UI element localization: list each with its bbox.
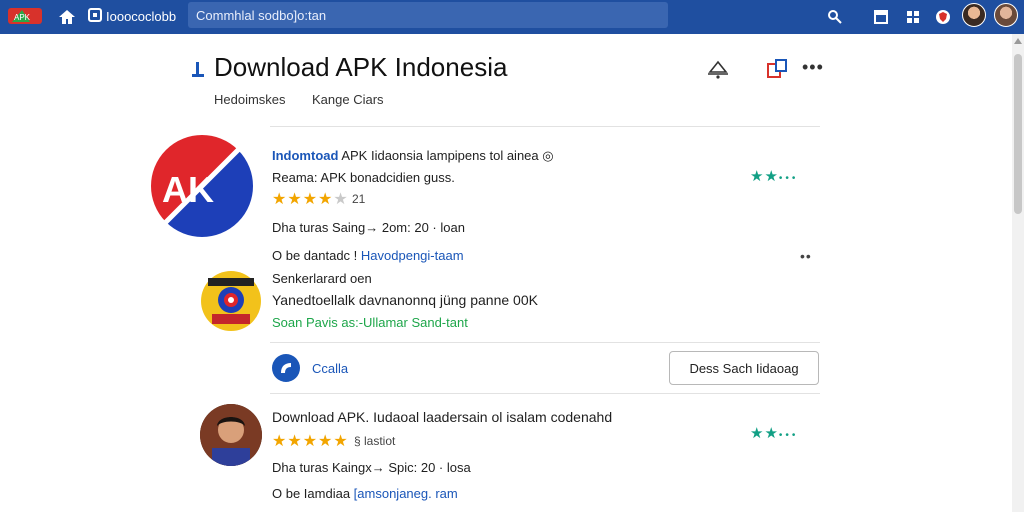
divider bbox=[270, 126, 820, 127]
item-subtitle: Reama: APK bonadcidien guss. bbox=[272, 170, 455, 185]
more-options-icon[interactable]: ••• bbox=[802, 57, 824, 78]
item-title[interactable]: Indomtoad APK Iidaonsia lampipens tol ai… bbox=[272, 148, 554, 164]
subnav-item[interactable]: Kange Ciars bbox=[312, 92, 384, 107]
subnav-item[interactable]: Hedoimskes bbox=[214, 92, 286, 107]
tab-icon[interactable] bbox=[88, 8, 102, 22]
avatar[interactable] bbox=[994, 3, 1018, 27]
item-link-text[interactable]: Havodpengi-taam bbox=[361, 248, 464, 263]
rating-extra: § lastiot bbox=[354, 434, 396, 448]
svg-text:AK: AK bbox=[162, 169, 214, 210]
item-title[interactable]: Download APK. Iudaoal laadersain ol isal… bbox=[272, 409, 612, 425]
star-rating: ★★★★★ bbox=[272, 191, 349, 208]
divider bbox=[270, 393, 820, 394]
star-rating: ★★★★★ bbox=[272, 433, 349, 450]
item-meta: Dha turas Kaingx→ Spic: 20 · losa bbox=[272, 460, 471, 475]
pin-icon bbox=[192, 62, 204, 77]
page-title: Download APK Indonesia bbox=[214, 52, 508, 82]
item-title-prefix[interactable]: Indomtoad bbox=[272, 148, 338, 163]
sub-title[interactable]: Yanedtoellalk davnanonnq jüng panne 00K bbox=[272, 292, 538, 308]
more-options-icon[interactable]: •• bbox=[800, 248, 812, 264]
item-link[interactable]: O be Iamdiaa [amsonjaneg. ram bbox=[272, 486, 458, 501]
rating-count: 21 bbox=[352, 192, 366, 206]
scroll-up-icon[interactable] bbox=[1014, 38, 1022, 44]
item-link-text[interactable]: [amsonjaneg. ram bbox=[354, 486, 458, 501]
shield-icon[interactable] bbox=[932, 6, 954, 28]
home-icon[interactable] bbox=[58, 8, 76, 26]
share-icon[interactable] bbox=[766, 58, 790, 80]
search-tool-icon[interactable] bbox=[824, 6, 846, 28]
logo-icon[interactable]: APK bbox=[8, 6, 42, 26]
scrollbar[interactable] bbox=[1012, 34, 1024, 512]
item-meta: Dha turas Saing→ 2om: 20 · loan bbox=[272, 220, 465, 235]
item-link-prefix: O be Iamdiaa bbox=[272, 486, 351, 501]
channel-logo[interactable] bbox=[200, 270, 262, 332]
location-icon[interactable] bbox=[272, 354, 300, 382]
address-bar[interactable]: Commhlal sodbo]o:tan bbox=[188, 2, 668, 28]
rating-indicator: ★★••• bbox=[750, 168, 799, 185]
sub-green-text[interactable]: Soan Pavis as:-Ullamar Sand-tant bbox=[272, 315, 468, 330]
grid-icon[interactable] bbox=[902, 6, 924, 28]
apk-logo[interactable]: AK bbox=[148, 132, 256, 240]
browser-toolbar: APK Iooococlobb Commhlal sodbo]o:tan bbox=[0, 0, 1024, 34]
item-title-text[interactable]: APK Iidaonsia lampipens tol ainea ◎ bbox=[341, 148, 553, 163]
action-label[interactable]: Ccalla bbox=[312, 361, 348, 376]
divider bbox=[270, 342, 820, 343]
bell-icon[interactable] bbox=[706, 58, 730, 80]
item-link[interactable]: O be dantadc ! Havodpengi-taam bbox=[272, 248, 464, 263]
sub-caption: Senkerlarard oen bbox=[272, 271, 372, 286]
window-icon[interactable] bbox=[870, 6, 892, 28]
rating-indicator: ★★••• bbox=[750, 425, 799, 442]
dess-search-button[interactable]: Dess Sach Iidaoag bbox=[669, 351, 819, 385]
tab-title[interactable]: Iooococlobb bbox=[106, 9, 176, 24]
svg-text:APK: APK bbox=[14, 13, 31, 22]
item-link-prefix: O be dantadc ! bbox=[272, 248, 358, 263]
scrollbar-thumb[interactable] bbox=[1014, 54, 1022, 214]
profile-photo[interactable] bbox=[200, 404, 262, 466]
avatar[interactable] bbox=[962, 3, 986, 27]
